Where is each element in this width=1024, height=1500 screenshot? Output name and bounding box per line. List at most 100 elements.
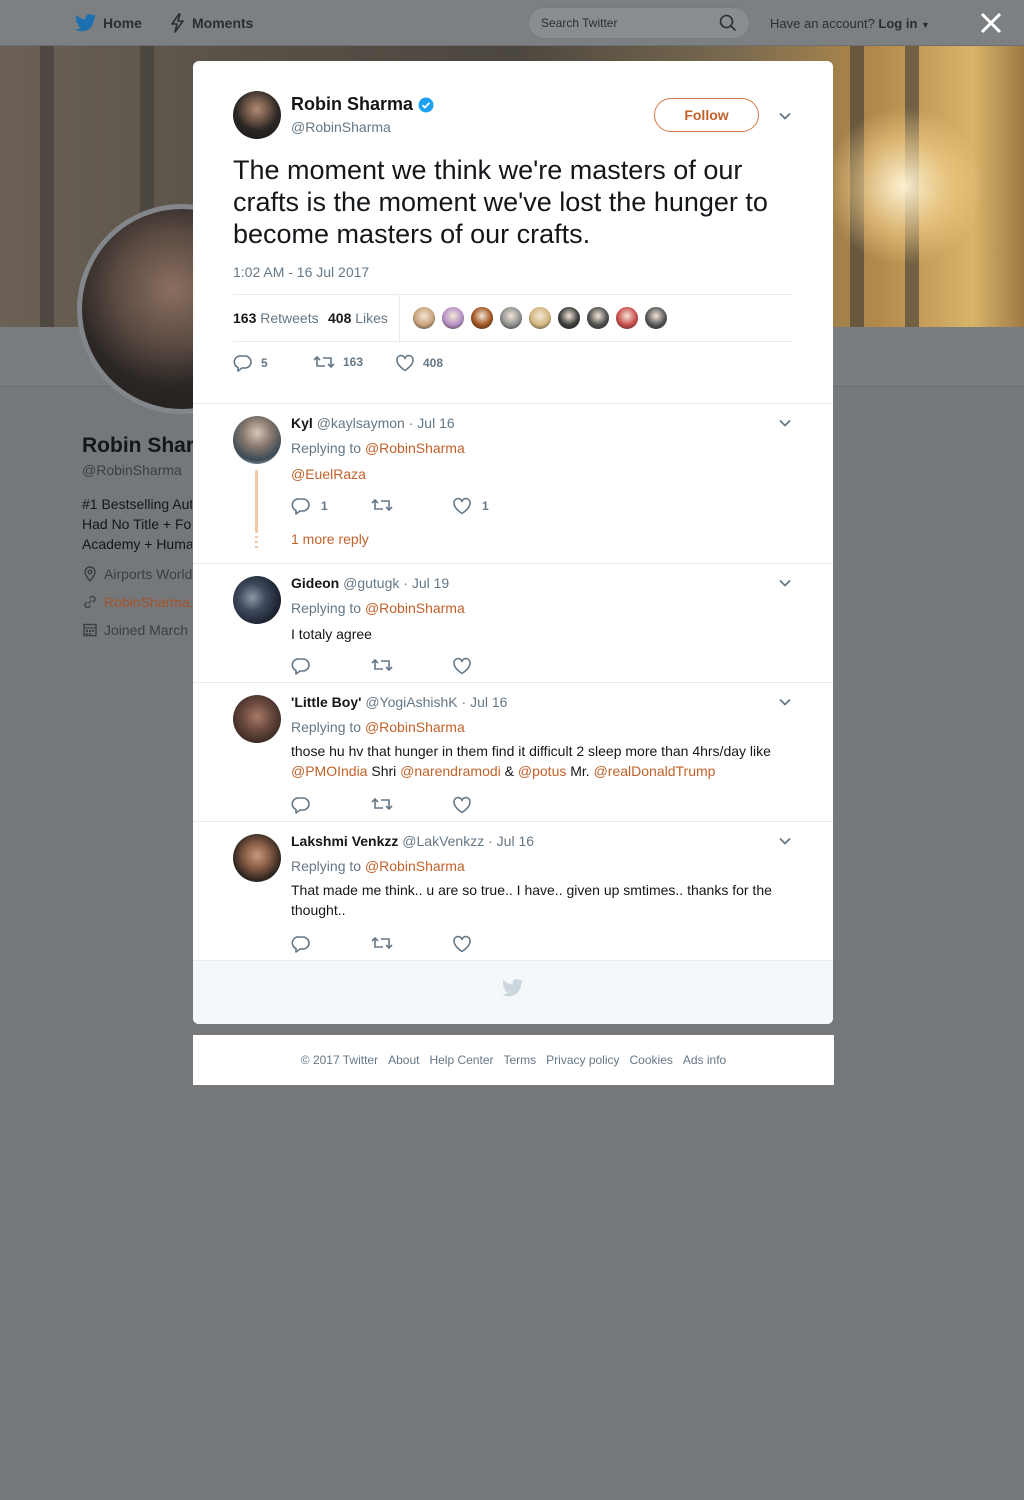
- liker-avatar[interactable]: [499, 306, 523, 330]
- mention-link[interactable]: @PMOIndia: [291, 763, 367, 779]
- mention-link[interactable]: @narendramodi: [400, 763, 501, 779]
- avatar[interactable]: [233, 834, 281, 882]
- more-replies-link[interactable]: 1 more reply: [291, 531, 369, 547]
- profile-location-text: Airports World: [104, 566, 193, 582]
- reply-date[interactable]: Jul 16: [417, 415, 454, 431]
- retweet-action[interactable]: [371, 935, 403, 951]
- reply-action[interactable]: [291, 657, 321, 675]
- profile-bio-line: Academy + Huma: [82, 536, 192, 552]
- retweet-action[interactable]: 163: [313, 354, 363, 370]
- search-icon[interactable]: [719, 14, 737, 32]
- reply-author-name[interactable]: Gideon: [291, 575, 339, 591]
- author-handle[interactable]: @RobinSharma: [291, 119, 391, 135]
- avatar[interactable]: [233, 91, 281, 139]
- reply-author-handle[interactable]: @gutugk: [343, 575, 399, 591]
- close-icon[interactable]: [978, 10, 1004, 36]
- liker-avatar[interactable]: [557, 306, 581, 330]
- replying-to-link[interactable]: @RobinSharma: [365, 719, 465, 735]
- reply-author-handle[interactable]: @LakVenkzz: [402, 833, 484, 849]
- avatar[interactable]: [233, 576, 281, 624]
- chevron-down-icon[interactable]: [777, 694, 793, 710]
- reply-date[interactable]: Jul 16: [470, 694, 507, 710]
- reply-count: 1: [321, 499, 328, 513]
- footer-link-cookies[interactable]: Cookies: [630, 1053, 673, 1067]
- mention-link[interactable]: @potus: [518, 763, 566, 779]
- chevron-down-icon[interactable]: [777, 833, 793, 849]
- reply-author-name[interactable]: Lakshmi Venkzz: [291, 833, 398, 849]
- mention-link[interactable]: @realDonaldTrump: [594, 763, 716, 779]
- likes-stat[interactable]: 408 Likes: [328, 310, 388, 326]
- footer-link-about[interactable]: About: [388, 1053, 419, 1067]
- reply-author-name[interactable]: Kyl: [291, 415, 313, 431]
- author-name-text[interactable]: Robin Sharma: [291, 94, 413, 115]
- retweets-stat[interactable]: 163 Retweets: [233, 310, 319, 326]
- footer-link-help-center[interactable]: Help Center: [429, 1053, 493, 1067]
- profile-bio-line: #1 Bestselling Aut: [82, 496, 192, 512]
- calendar-icon: [83, 623, 97, 637]
- like-action[interactable]: [452, 796, 482, 814]
- reply-text: I totaly agree: [291, 626, 372, 642]
- search-input[interactable]: [541, 16, 719, 30]
- avatar[interactable]: [233, 416, 281, 464]
- heart-icon: [396, 354, 414, 372]
- replying-to-link[interactable]: @RobinSharma: [365, 600, 465, 616]
- stats-divider: [399, 295, 400, 342]
- footer-link-terms[interactable]: Terms: [503, 1053, 536, 1067]
- nav-moments[interactable]: Moments: [170, 12, 253, 34]
- reply-author-handle[interactable]: @YogiAshishK: [365, 694, 457, 710]
- replying-to-link[interactable]: @RobinSharma: [365, 440, 465, 456]
- retweet-action[interactable]: [371, 657, 403, 673]
- replying-to: Replying to @RobinSharma: [291, 858, 465, 874]
- reply-item[interactable]: 'Little Boy' @YogiAshishK · Jul 16 Reply…: [193, 683, 833, 822]
- location-pin-icon: [84, 566, 96, 582]
- reply-text-part: &: [500, 763, 518, 779]
- retweet-action[interactable]: [371, 796, 403, 812]
- heart-icon: [453, 796, 471, 814]
- caret-down-icon[interactable]: ▼: [921, 20, 930, 30]
- reply-item[interactable]: Gideon @gutugk · Jul 19 Replying to @Rob…: [193, 564, 833, 683]
- follow-button[interactable]: Follow: [654, 98, 759, 132]
- reply-author-name[interactable]: 'Little Boy': [291, 694, 361, 710]
- reply-item[interactable]: Kyl @kaylsaymon · Jul 16 Replying to @Ro…: [193, 404, 833, 564]
- likes-label: Likes: [355, 310, 388, 326]
- tweet-timestamp[interactable]: 1:02 AM - 16 Jul 2017: [233, 264, 369, 280]
- liker-avatar[interactable]: [441, 306, 465, 330]
- chevron-down-icon[interactable]: [777, 575, 793, 591]
- replying-to-link[interactable]: @RobinSharma: [365, 858, 465, 874]
- profile-website-text[interactable]: RobinSharma.: [104, 594, 194, 610]
- reply-author-handle[interactable]: @kaylsaymon: [317, 415, 405, 431]
- nav-home[interactable]: Home: [75, 12, 142, 34]
- liker-avatar[interactable]: [644, 306, 668, 330]
- replying-to: Replying to @RobinSharma: [291, 600, 465, 616]
- login-link[interactable]: Log in: [878, 16, 917, 31]
- reply-item[interactable]: Lakshmi Venkzz @LakVenkzz · Jul 16 Reply…: [193, 822, 833, 961]
- liker-avatar[interactable]: [528, 306, 552, 330]
- reply-date[interactable]: Jul 19: [412, 575, 449, 591]
- footer-link-ads-info[interactable]: Ads info: [683, 1053, 726, 1067]
- reply-action[interactable]: [291, 796, 321, 814]
- liker-avatar[interactable]: [412, 306, 436, 330]
- reply-action[interactable]: 5: [233, 354, 268, 372]
- liker-avatar[interactable]: [586, 306, 610, 330]
- like-action[interactable]: 1: [452, 497, 489, 515]
- nav-home-label: Home: [103, 15, 142, 31]
- replying-to-prefix: Replying to: [291, 858, 362, 874]
- retweet-action[interactable]: [371, 497, 403, 513]
- reply-action[interactable]: 1: [291, 497, 328, 515]
- footer-link-privacy-policy[interactable]: Privacy policy: [546, 1053, 619, 1067]
- reply-header: Lakshmi Venkzz @LakVenkzz · Jul 16: [291, 833, 535, 849]
- reply-count: 5: [261, 356, 268, 370]
- reply-action[interactable]: [291, 935, 321, 953]
- mention-link[interactable]: @EuelRaza: [291, 466, 366, 482]
- liker-avatar[interactable]: [615, 306, 639, 330]
- like-action[interactable]: [452, 657, 482, 675]
- chevron-down-icon[interactable]: [777, 108, 793, 124]
- reply-date[interactable]: Jul 16: [497, 833, 534, 849]
- like-action[interactable]: 408: [395, 354, 443, 372]
- author-name[interactable]: Robin Sharma: [291, 94, 434, 115]
- chevron-down-icon[interactable]: [777, 415, 793, 431]
- like-action[interactable]: [452, 935, 482, 953]
- liker-avatar[interactable]: [470, 306, 494, 330]
- avatar[interactable]: [233, 695, 281, 743]
- profile-website[interactable]: RobinSharma.: [82, 594, 194, 610]
